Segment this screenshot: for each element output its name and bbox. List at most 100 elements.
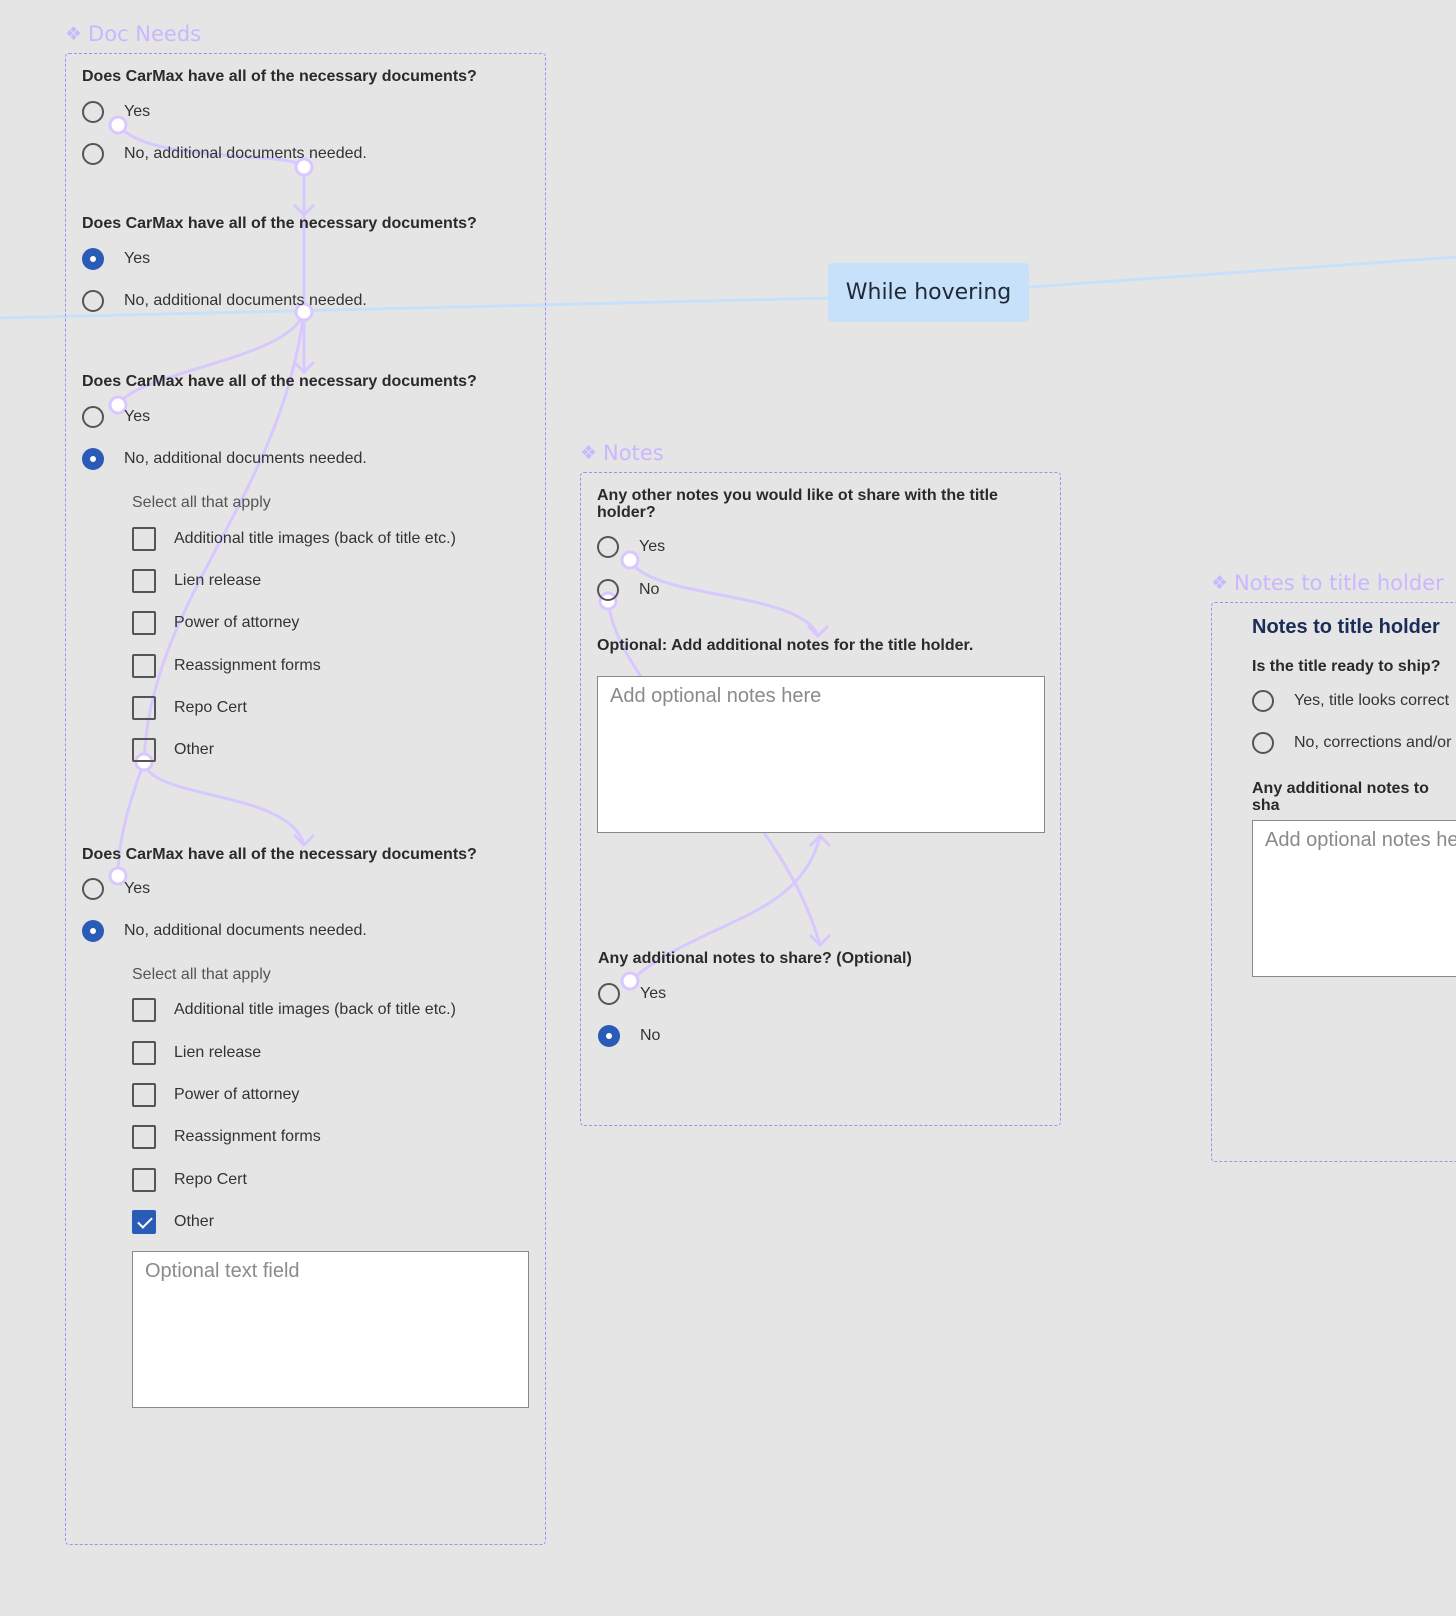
checkbox-item[interactable]: Power of attorney [132,611,299,635]
radio-label: Yes [124,408,151,425]
radio-title-correct[interactable]: Yes, title looks correct [1252,690,1449,712]
checkbox-label: Power of attorney [174,1086,300,1103]
radio-no-1[interactable]: No, additional documents needed. [82,143,367,165]
radio-button-selected[interactable] [82,920,104,942]
hover-connector-right [1028,255,1456,289]
question-docs-1: Does CarMax have all of the necessary do… [82,68,477,85]
checkbox-item[interactable]: Repo Cert [132,696,247,720]
question-other-notes: Any other notes you would like ot share … [597,487,998,521]
radio-button[interactable] [82,143,104,165]
radio-button-selected[interactable] [82,448,104,470]
radio-button[interactable] [82,406,104,428]
select-all-hint: Select all that apply [132,966,271,983]
checkbox-label: Lien release [174,572,262,589]
radio-label: No, additional documents needed. [124,145,367,162]
radio-label: Yes [639,538,666,555]
checkbox-item[interactable]: Other [132,738,214,762]
radio-label: Yes [640,985,667,1002]
checkbox-item[interactable]: Power of attorney [132,1083,299,1107]
radio-label: No, additional documents needed. [124,922,367,939]
title-holder-notes-textarea[interactable]: Add optional notes he [1252,820,1456,977]
radio-no-additional[interactable]: No [598,1025,660,1047]
question-additional-notes: Any additional notes to share? (Optional… [598,950,912,967]
notes-textarea[interactable]: Add optional notes here [597,676,1045,833]
radio-yes-additional[interactable]: Yes [598,983,666,1005]
checkbox[interactable] [132,998,156,1022]
checkbox-label: Reassignment forms [174,657,321,674]
radio-button[interactable] [597,579,619,601]
radio-yes-4[interactable]: Yes [82,878,150,900]
checkbox-label: Repo Cert [174,699,247,716]
radio-button-selected[interactable] [82,248,104,270]
radio-no-4[interactable]: No, additional documents needed. [82,920,367,942]
checkbox[interactable] [132,696,156,720]
checkbox-item[interactable]: Additional title images (back of title e… [132,527,456,551]
radio-yes-3[interactable]: Yes [82,406,150,428]
radio-no-2[interactable]: No, additional documents needed. [82,290,367,312]
component-icon: ❖ [65,23,83,45]
checkbox-item[interactable]: Reassignment forms [132,1125,321,1149]
checkbox[interactable] [132,654,156,678]
radio-button[interactable] [82,290,104,312]
checkbox-item[interactable]: Lien release [132,1041,261,1065]
optional-text-field[interactable]: Optional text field [132,1251,529,1408]
frame-title: Doc Needs [88,22,202,46]
checkbox-item[interactable]: Additional title images (back of title e… [132,998,456,1022]
checkbox[interactable] [132,611,156,635]
radio-button[interactable] [1252,690,1274,712]
radio-label: No, corrections and/or [1294,734,1452,751]
radio-label: No [639,581,660,598]
radio-label: No, additional documents needed. [124,450,367,467]
checkbox-label: Other [174,741,215,758]
radio-button-selected[interactable] [598,1025,620,1047]
checkbox-item[interactable]: Repo Cert [132,1168,247,1192]
radio-no-notes[interactable]: No [597,579,659,601]
component-icon: ❖ [580,442,598,464]
checkbox-label: Repo Cert [174,1171,247,1188]
radio-label: Yes [124,103,151,120]
radio-label: Yes, title looks correct [1294,692,1450,709]
question-add-notes: Optional: Add additional notes for the t… [597,637,974,654]
checkbox-item[interactable]: Other [132,1210,214,1234]
select-all-hint: Select all that apply [132,494,271,511]
frame-label-title-holder: ❖ Notes to title holder [1211,571,1444,595]
checkbox[interactable] [132,569,156,593]
radio-label: No [640,1027,661,1044]
radio-button[interactable] [597,536,619,558]
component-icon: ❖ [1211,572,1229,594]
checkbox[interactable] [132,527,156,551]
radio-no-3[interactable]: No, additional documents needed. [82,448,367,470]
radio-yes-1[interactable]: Yes [82,101,150,123]
checkbox[interactable] [132,1083,156,1107]
checkbox-item[interactable]: Reassignment forms [132,654,321,678]
radio-yes-notes[interactable]: Yes [597,536,665,558]
checkbox[interactable] [132,1041,156,1065]
question-docs-2: Does CarMax have all of the necessary do… [82,215,477,232]
frame-label-notes: ❖ Notes [580,441,664,465]
checkbox-label: Reassignment forms [174,1128,321,1145]
checkbox[interactable] [132,1168,156,1192]
question-title-ready: Is the title ready to ship? [1252,658,1441,675]
radio-label: No, additional documents needed. [124,292,367,309]
checkbox-label: Additional title images (back of title e… [174,530,456,547]
radio-button[interactable] [82,878,104,900]
radio-yes-2[interactable]: Yes [82,248,150,270]
checkbox[interactable] [132,1125,156,1149]
title-holder-heading: Notes to title holder [1252,616,1440,638]
frame-label-doc-needs: ❖ Doc Needs [65,22,201,46]
checkbox[interactable] [132,738,156,762]
frame-title: Notes to title holder [1234,571,1444,595]
radio-label: Yes [124,250,151,267]
radio-button[interactable] [598,983,620,1005]
radio-button[interactable] [82,101,104,123]
checkbox-label: Additional title images (back of title e… [174,1001,456,1018]
radio-title-corrections[interactable]: No, corrections and/or [1252,732,1451,754]
checkbox-item[interactable]: Lien release [132,569,261,593]
question-docs-3: Does CarMax have all of the necessary do… [82,373,477,390]
checkbox-checked[interactable] [132,1210,156,1234]
frame-title: Notes [603,441,664,465]
checkbox-label: Other [174,1213,215,1230]
radio-label: Yes [124,880,151,897]
radio-button[interactable] [1252,732,1274,754]
question-additional-notes-title: Any additional notes to sha [1252,780,1429,814]
